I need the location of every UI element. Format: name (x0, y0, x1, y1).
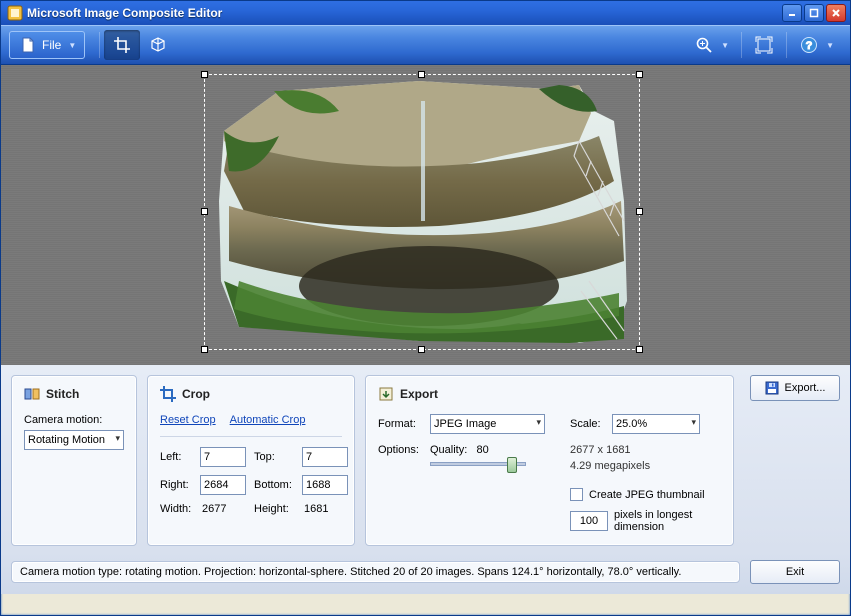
quality-label: Quality: (430, 444, 467, 456)
export-button-label: Export... (785, 382, 826, 394)
thumbnail-size-label: pixels in longest dimension (614, 509, 714, 533)
canvas-area[interactable] (1, 65, 850, 365)
height-label: Height: (254, 503, 298, 515)
crop-icon (160, 386, 176, 402)
crop-rectangle[interactable] (204, 74, 640, 350)
chevron-down-icon: ▼ (826, 41, 834, 50)
maximize-button[interactable] (804, 4, 824, 22)
minimize-button[interactable] (782, 4, 802, 22)
crop-header: Crop (160, 386, 342, 402)
crop-handle-top-left[interactable] (201, 71, 208, 78)
top-input[interactable] (302, 447, 348, 467)
automatic-crop-link[interactable]: Automatic Crop (230, 414, 306, 426)
output-megapixels: 4.29 megapixels (570, 460, 721, 472)
right-input[interactable] (200, 475, 246, 495)
format-label: Format: (378, 418, 424, 430)
crop-handle-bottom-mid[interactable] (418, 346, 425, 353)
camera-motion-select[interactable]: Rotating Motion (24, 430, 124, 450)
svg-text:?: ? (806, 40, 813, 52)
camera-motion-label: Camera motion: (24, 414, 124, 426)
toolbar: File ▼ ▼ (1, 25, 850, 65)
quality-value: 80 (476, 444, 488, 456)
export-icon (378, 386, 394, 402)
fit-button[interactable] (746, 30, 782, 60)
cube-icon (148, 35, 168, 55)
scale-label: Scale: (570, 418, 606, 430)
crop-icon (112, 35, 132, 55)
document-icon (18, 35, 38, 55)
crop-tool-button[interactable] (104, 30, 140, 60)
fit-screen-icon (754, 35, 774, 55)
export-header: Export (378, 386, 721, 402)
crop-handle-mid-left[interactable] (201, 208, 208, 215)
stitch-panel: Stitch Camera motion: Rotating Motion (11, 375, 137, 546)
panels-area: Stitch Camera motion: Rotating Motion Cr… (1, 365, 850, 552)
create-thumbnail-checkbox[interactable] (570, 488, 583, 501)
crop-handle-top-right[interactable] (636, 71, 643, 78)
export-title: Export (400, 387, 438, 401)
stitch-icon (24, 386, 40, 402)
app-icon (7, 5, 23, 21)
format-select[interactable]: JPEG Image (430, 414, 545, 434)
file-menu[interactable]: File ▼ (9, 31, 85, 59)
window-title: Microsoft Image Composite Editor (27, 6, 782, 20)
crop-handle-mid-right[interactable] (636, 208, 643, 215)
statusbar: Camera motion type: rotating motion. Pro… (1, 552, 850, 594)
stitch-title: Stitch (46, 387, 79, 401)
help-icon: ? (799, 35, 819, 55)
exit-button[interactable]: Exit (750, 560, 840, 584)
file-menu-label: File (42, 38, 61, 52)
floppy-icon (765, 381, 779, 395)
zoom-button[interactable]: ▼ (686, 30, 737, 60)
cube-tool-button[interactable] (140, 30, 176, 60)
thumbnail-size-input[interactable] (570, 511, 608, 531)
reset-crop-link[interactable]: Reset Crop (160, 414, 216, 426)
top-label: Top: (254, 451, 298, 463)
crop-handle-bottom-right[interactable] (636, 346, 643, 353)
scale-select[interactable]: 25.0% (612, 414, 700, 434)
crop-handle-bottom-left[interactable] (201, 346, 208, 353)
quality-slider[interactable] (430, 462, 526, 466)
bottom-label: Bottom: (254, 479, 298, 491)
create-thumbnail-label: Create JPEG thumbnail (589, 489, 705, 501)
crop-title: Crop (182, 387, 210, 401)
magnifier-icon (694, 35, 714, 55)
window-buttons (782, 4, 846, 22)
height-value: 1681 (302, 503, 354, 515)
app-window: Microsoft Image Composite Editor File ▼ (0, 0, 851, 616)
width-label: Width: (160, 503, 196, 515)
chevron-down-icon: ▼ (721, 41, 729, 50)
titlebar: Microsoft Image Composite Editor (1, 1, 850, 25)
right-label: Right: (160, 479, 196, 491)
options-label: Options: (378, 444, 424, 456)
crop-handle-top-mid[interactable] (418, 71, 425, 78)
output-dimensions: 2677 x 1681 (570, 444, 721, 456)
left-input[interactable] (200, 447, 246, 467)
export-panel: Export Format: JPEG Image (365, 375, 734, 546)
crop-panel: Crop Reset Crop Automatic Crop Left: Top… (147, 375, 355, 546)
export-button[interactable]: Export... (750, 375, 840, 401)
status-text: Camera motion type: rotating motion. Pro… (11, 561, 740, 583)
exit-button-label: Exit (786, 566, 804, 578)
width-value: 2677 (200, 503, 250, 515)
help-button[interactable]: ? ▼ (791, 30, 842, 60)
stitch-header: Stitch (24, 386, 124, 402)
chevron-down-icon: ▼ (68, 41, 76, 50)
left-label: Left: (160, 451, 196, 463)
close-button[interactable] (826, 4, 846, 22)
bottom-input[interactable] (302, 475, 348, 495)
